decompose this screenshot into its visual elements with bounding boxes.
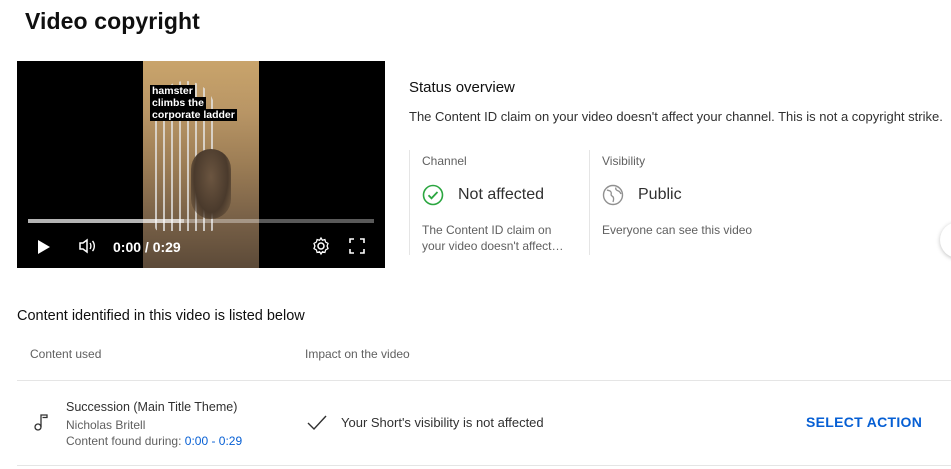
channel-card: Channel Not affected The Content ID clai… — [409, 150, 580, 255]
visibility-label: Visibility — [602, 154, 646, 168]
impact-text: Your Short's visibility is not affected — [341, 415, 544, 430]
found-label: Content found during: — [66, 434, 185, 448]
caption-line: hamster — [150, 85, 195, 97]
video-caption: hamster climbs the corporate ladder — [150, 85, 237, 121]
content-found-during: Content found during: 0:00 - 0:29 — [66, 434, 242, 448]
volume-icon[interactable] — [77, 236, 97, 256]
visibility-value: Public — [638, 186, 682, 203]
channel-label: Channel — [422, 154, 467, 168]
visibility-card: Visibility Public Everyone can see this … — [589, 150, 790, 255]
content-title: Succession (Main Title Theme) — [66, 400, 238, 414]
channel-description: The Content ID claim on your video doesn… — [422, 222, 572, 254]
player-controls: 0:00 / 0:29 — [17, 233, 385, 263]
play-icon[interactable] — [38, 240, 50, 254]
progress-bar[interactable] — [28, 219, 374, 223]
page-title: Video copyright — [25, 8, 200, 34]
status-description: The Content ID claim on your video doesn… — [409, 109, 943, 124]
channel-desc-line: The Content ID claim on — [422, 223, 552, 237]
fullscreen-icon[interactable] — [347, 236, 367, 256]
select-action-button[interactable]: SELECT ACTION — [806, 414, 922, 430]
status-overview-title: Status overview — [409, 79, 515, 96]
hamster-image — [191, 149, 231, 219]
channel-status-value: Not affected — [458, 186, 544, 203]
found-range-link[interactable]: 0:00 - 0:29 — [185, 434, 242, 448]
globe-icon — [602, 184, 624, 206]
progress-buffer — [28, 219, 184, 223]
column-header-content-used: Content used — [30, 347, 102, 361]
divider — [17, 465, 951, 466]
divider — [17, 380, 951, 381]
settings-gear-icon[interactable] — [311, 236, 331, 256]
checkmark-icon — [307, 415, 327, 431]
video-player[interactable]: hamster climbs the corporate ladder 0:00… — [17, 61, 385, 268]
next-arrow-button[interactable] — [940, 222, 951, 258]
caption-line: climbs the — [150, 97, 206, 109]
content-artist: Nicholas Britell — [66, 418, 146, 432]
column-header-impact: Impact on the video — [305, 347, 410, 361]
visibility-description: Everyone can see this video — [602, 223, 753, 237]
time-display: 0:00 / 0:29 — [113, 239, 181, 255]
caption-line: corporate ladder — [150, 109, 237, 121]
music-note-icon — [34, 414, 48, 431]
content-section-title: Content identified in this video is list… — [17, 308, 305, 324]
check-circle-icon — [422, 184, 444, 206]
channel-desc-line: your video doesn't affect… — [422, 239, 564, 253]
